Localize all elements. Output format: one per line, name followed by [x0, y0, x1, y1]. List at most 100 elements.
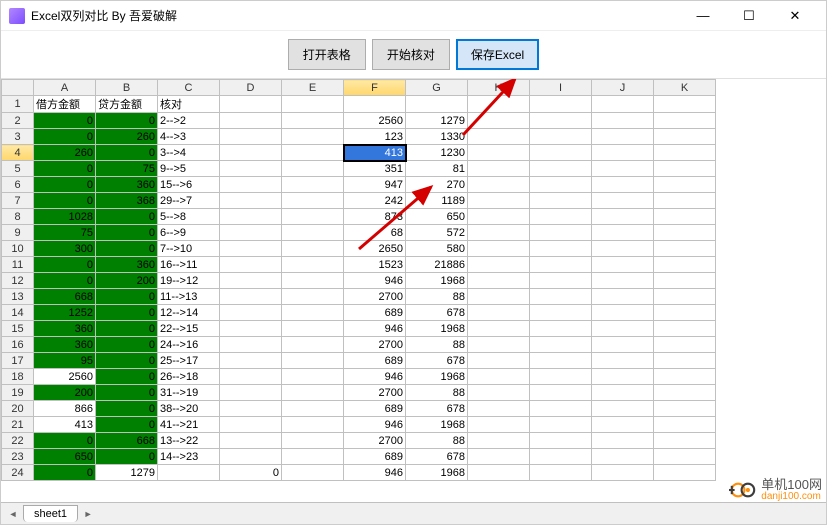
- cell[interactable]: 0: [96, 305, 158, 321]
- cell[interactable]: 947: [344, 177, 406, 193]
- cell[interactable]: [282, 337, 344, 353]
- cell[interactable]: 668: [96, 433, 158, 449]
- cell[interactable]: 300: [34, 241, 96, 257]
- cell[interactable]: [220, 145, 282, 161]
- cell[interactable]: [468, 369, 530, 385]
- cell[interactable]: [592, 385, 654, 401]
- cell[interactable]: [468, 449, 530, 465]
- cell[interactable]: [654, 225, 716, 241]
- cell[interactable]: [654, 449, 716, 465]
- cell[interactable]: 38-->20: [158, 401, 220, 417]
- cell[interactable]: [654, 209, 716, 225]
- row-header[interactable]: 7: [2, 193, 34, 209]
- cell[interactable]: [654, 193, 716, 209]
- cell[interactable]: [282, 161, 344, 177]
- cell[interactable]: 0: [34, 273, 96, 289]
- cell[interactable]: 123: [344, 129, 406, 145]
- cell[interactable]: 2-->2: [158, 113, 220, 129]
- maximize-button[interactable]: ☐: [726, 1, 772, 31]
- row-header[interactable]: 1: [2, 96, 34, 113]
- cell[interactable]: 0: [34, 161, 96, 177]
- cell[interactable]: [220, 385, 282, 401]
- cell[interactable]: [468, 161, 530, 177]
- cell[interactable]: [220, 401, 282, 417]
- cell[interactable]: [468, 401, 530, 417]
- cell[interactable]: 0: [96, 449, 158, 465]
- cell[interactable]: [220, 273, 282, 289]
- cell[interactable]: [282, 433, 344, 449]
- row-header[interactable]: 5: [2, 161, 34, 177]
- cell[interactable]: 1523: [344, 257, 406, 273]
- col-header[interactable]: F: [344, 80, 406, 96]
- cell[interactable]: [282, 113, 344, 129]
- cell[interactable]: 1279: [96, 465, 158, 481]
- col-header[interactable]: K: [654, 80, 716, 96]
- cell[interactable]: 88: [406, 337, 468, 353]
- cell[interactable]: 81: [406, 161, 468, 177]
- cell[interactable]: [468, 129, 530, 145]
- cell[interactable]: 7-->10: [158, 241, 220, 257]
- cell[interactable]: [654, 321, 716, 337]
- close-button[interactable]: ✕: [772, 1, 818, 31]
- cell[interactable]: [530, 241, 592, 257]
- cell[interactable]: 2700: [344, 337, 406, 353]
- cell[interactable]: [220, 113, 282, 129]
- cell[interactable]: [654, 145, 716, 161]
- cell[interactable]: [654, 273, 716, 289]
- row-header[interactable]: 21: [2, 417, 34, 433]
- cell[interactable]: [592, 465, 654, 481]
- cell[interactable]: [530, 225, 592, 241]
- cell[interactable]: 572: [406, 225, 468, 241]
- cell[interactable]: [530, 353, 592, 369]
- cell[interactable]: 270: [406, 177, 468, 193]
- cell[interactable]: [220, 305, 282, 321]
- cell[interactable]: [468, 193, 530, 209]
- cell[interactable]: 0: [96, 225, 158, 241]
- cell[interactable]: [530, 337, 592, 353]
- cell[interactable]: [468, 96, 530, 113]
- cell[interactable]: [468, 225, 530, 241]
- cell[interactable]: 1968: [406, 321, 468, 337]
- cell[interactable]: 0: [96, 353, 158, 369]
- cell[interactable]: [654, 161, 716, 177]
- cell[interactable]: [530, 433, 592, 449]
- cell[interactable]: 0: [96, 385, 158, 401]
- row-header[interactable]: 23: [2, 449, 34, 465]
- cell[interactable]: 核对: [158, 96, 220, 113]
- cell[interactable]: [530, 321, 592, 337]
- cell[interactable]: 1968: [406, 369, 468, 385]
- cell[interactable]: [654, 177, 716, 193]
- cell[interactable]: 0: [96, 209, 158, 225]
- row-header[interactable]: 6: [2, 177, 34, 193]
- cell[interactable]: [592, 417, 654, 433]
- cell[interactable]: 75: [96, 161, 158, 177]
- col-header[interactable]: G: [406, 80, 468, 96]
- save-excel-button[interactable]: 保存Excel: [456, 39, 539, 70]
- cell[interactable]: [654, 289, 716, 305]
- cell[interactable]: 360: [96, 177, 158, 193]
- cell[interactable]: 0: [96, 321, 158, 337]
- cell[interactable]: 31-->19: [158, 385, 220, 401]
- cell[interactable]: [530, 145, 592, 161]
- sheet-tab[interactable]: sheet1: [23, 505, 78, 522]
- cell[interactable]: [592, 321, 654, 337]
- cell[interactable]: 95: [34, 353, 96, 369]
- cell[interactable]: 1189: [406, 193, 468, 209]
- cell[interactable]: 413: [344, 145, 406, 161]
- cell[interactable]: 11-->13: [158, 289, 220, 305]
- cell[interactable]: [220, 417, 282, 433]
- cell[interactable]: 1028: [34, 209, 96, 225]
- cell[interactable]: [654, 129, 716, 145]
- cell[interactable]: [282, 257, 344, 273]
- cell[interactable]: [530, 129, 592, 145]
- cell[interactable]: [592, 449, 654, 465]
- cell[interactable]: [654, 369, 716, 385]
- cell[interactable]: [592, 177, 654, 193]
- row-header[interactable]: 16: [2, 337, 34, 353]
- cell[interactable]: [220, 257, 282, 273]
- cell[interactable]: [220, 96, 282, 113]
- cell[interactable]: 6-->9: [158, 225, 220, 241]
- cell[interactable]: [592, 113, 654, 129]
- cell[interactable]: [530, 193, 592, 209]
- cell[interactable]: [468, 417, 530, 433]
